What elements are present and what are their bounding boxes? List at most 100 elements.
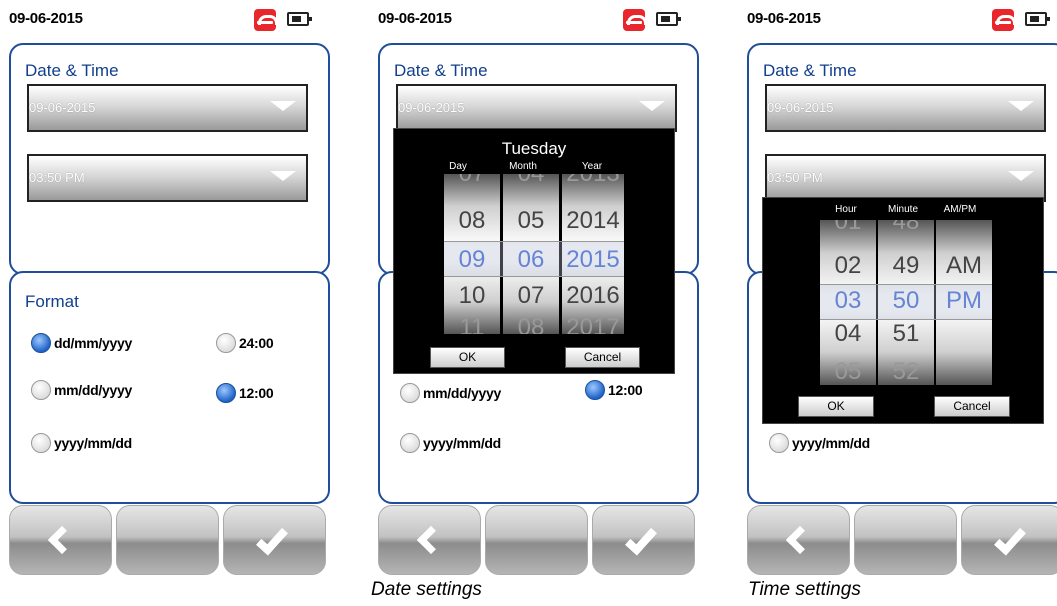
date-value: 09-06-2015 <box>29 100 96 115</box>
back-button[interactable] <box>747 505 850 575</box>
radio-label: dd/mm/yyyy <box>54 335 132 351</box>
radio-unselected-icon <box>769 433 789 453</box>
radio-label: 12:00 <box>239 385 274 401</box>
wheel-value: 07 <box>517 282 545 309</box>
status-bar: 09-06-2015 <box>738 0 1057 40</box>
wheel-value: 08 <box>458 207 486 234</box>
wheel-value: 49 <box>892 252 920 279</box>
day-header: Day <box>449 161 467 172</box>
radio-yyyy-mm-dd[interactable]: yyyy/mm/dd <box>769 433 870 453</box>
chevron-down-icon <box>1008 171 1034 181</box>
radio-mm-dd-yyyy[interactable]: mm/dd/yyyy <box>400 383 501 403</box>
hang-up-phone-icon[interactable] <box>992 9 1016 31</box>
radio-label: 24:00 <box>239 335 274 351</box>
radio-dd-mm-yyyy[interactable]: dd/mm/yyyy <box>31 333 132 353</box>
battery-icon <box>656 12 681 26</box>
radio-yyyy-mm-dd[interactable]: yyyy/mm/dd <box>400 433 501 453</box>
wheel-value: 02 <box>834 252 862 279</box>
format-title: Format <box>25 292 79 311</box>
bottom-button-bar <box>9 505 330 575</box>
hang-up-phone-icon[interactable] <box>254 9 278 31</box>
radio-mm-dd-yyyy[interactable]: mm/dd/yyyy <box>31 380 132 400</box>
wheel-value: 2017 <box>566 314 620 334</box>
back-button[interactable] <box>9 505 112 575</box>
back-button[interactable] <box>378 505 481 575</box>
status-date: 09-06-2015 <box>747 10 821 27</box>
screen-date-picker: 09-06-2015 Date & Time 09-06-2015 mm/dd/… <box>369 0 699 580</box>
radio-label: yyyy/mm/dd <box>423 435 501 451</box>
wheel-value: 51 <box>892 320 920 347</box>
time-dropdown[interactable]: 03:50 PM <box>765 154 1046 202</box>
ampm-header: AM/PM <box>943 204 977 215</box>
time-value: 03:50 PM <box>767 170 823 185</box>
date-time-panel: Date & Time 09-06-2015 03:50 PM <box>9 43 330 275</box>
chevron-down-icon <box>639 101 665 111</box>
status-bar: 09-06-2015 <box>0 0 330 40</box>
screen-time-picker: 09-06-2015 Date & Time 09-06-2015 03:50 … <box>738 0 1057 580</box>
radio-unselected-icon <box>400 383 420 403</box>
cancel-button[interactable]: Cancel <box>934 396 1010 417</box>
date-dropdown[interactable]: 09-06-2015 <box>396 84 677 132</box>
wheel-value: 04 <box>834 320 862 347</box>
format-panel: Format dd/mm/yyyy 24:00 mm/dd/yyyy 12:00… <box>9 271 330 504</box>
status-date: 09-06-2015 <box>378 10 452 27</box>
radio-24h[interactable]: 24:00 <box>216 333 274 353</box>
radio-unselected-icon <box>31 433 51 453</box>
battery-icon <box>287 12 312 26</box>
checkmark-icon <box>256 522 288 556</box>
date-value: 09-06-2015 <box>767 100 834 115</box>
month-header: Month <box>509 161 537 172</box>
radio-12h[interactable]: 12:00 <box>216 383 274 403</box>
radio-yyyy-mm-dd[interactable]: yyyy/mm/dd <box>31 433 132 453</box>
ok-button[interactable]: OK <box>430 347 505 368</box>
wheel-value: 01 <box>834 220 862 235</box>
ok-button[interactable]: OK <box>798 396 874 417</box>
blank-button[interactable] <box>854 505 957 575</box>
blank-button[interactable] <box>116 505 219 575</box>
status-date: 09-06-2015 <box>9 10 83 27</box>
wheel-value: 10 <box>458 282 486 309</box>
wheel-value: 2016 <box>566 282 620 309</box>
time-value: 03:50 PM <box>29 170 85 185</box>
wheel-value: 11 <box>459 314 485 334</box>
radio-unselected-icon <box>216 333 236 353</box>
chevron-down-icon <box>270 101 296 111</box>
battery-icon <box>1025 12 1050 26</box>
date-dropdown[interactable]: 09-06-2015 <box>27 84 308 132</box>
radio-unselected-icon <box>400 433 420 453</box>
wheel-value: 04 <box>503 174 559 188</box>
minute-header: Minute <box>887 204 918 215</box>
screen-date-time-settings: 09-06-2015 Date & Time 09-06-2015 03:50 … <box>0 0 330 580</box>
hour-header: Hour <box>835 204 857 215</box>
radio-label: 12:00 <box>608 382 643 398</box>
date-time-title: Date & Time <box>25 61 119 80</box>
time-picker-dialog: Hour Minute AM/PM 01 02 03 04 05 48 49 5… <box>762 197 1044 424</box>
wheel-value: AM <box>946 252 982 279</box>
confirm-button[interactable] <box>961 505 1057 575</box>
hang-up-phone-icon[interactable] <box>623 9 647 31</box>
radio-label: yyyy/mm/dd <box>54 435 132 451</box>
date-time-title: Date & Time <box>394 61 488 80</box>
confirm-button[interactable] <box>592 505 695 575</box>
wheel-value: 2013 <box>562 174 624 188</box>
bottom-button-bar <box>747 505 1057 575</box>
date-time-title: Date & Time <box>763 61 857 80</box>
blank-button[interactable] <box>485 505 588 575</box>
status-bar: 09-06-2015 <box>369 0 699 40</box>
date-dropdown[interactable]: 09-06-2015 <box>765 84 1046 132</box>
year-header: Year <box>581 161 603 172</box>
chevron-left-icon <box>416 525 446 555</box>
caption-time-settings: Time settings <box>748 579 861 600</box>
radio-12h[interactable]: 12:00 <box>585 380 643 400</box>
chevron-down-icon <box>270 171 296 181</box>
cancel-button[interactable]: Cancel <box>565 347 640 368</box>
checkmark-icon <box>625 522 657 556</box>
selection-band <box>820 284 992 320</box>
wheel-value: 52 <box>892 358 920 385</box>
wheel-value: 2014 <box>566 207 620 234</box>
wheel-value: 48 <box>892 220 920 235</box>
chevron-left-icon <box>47 525 77 555</box>
time-dropdown[interactable]: 03:50 PM <box>27 154 308 202</box>
wheel-value: 08 <box>517 314 545 334</box>
confirm-button[interactable] <box>223 505 326 575</box>
